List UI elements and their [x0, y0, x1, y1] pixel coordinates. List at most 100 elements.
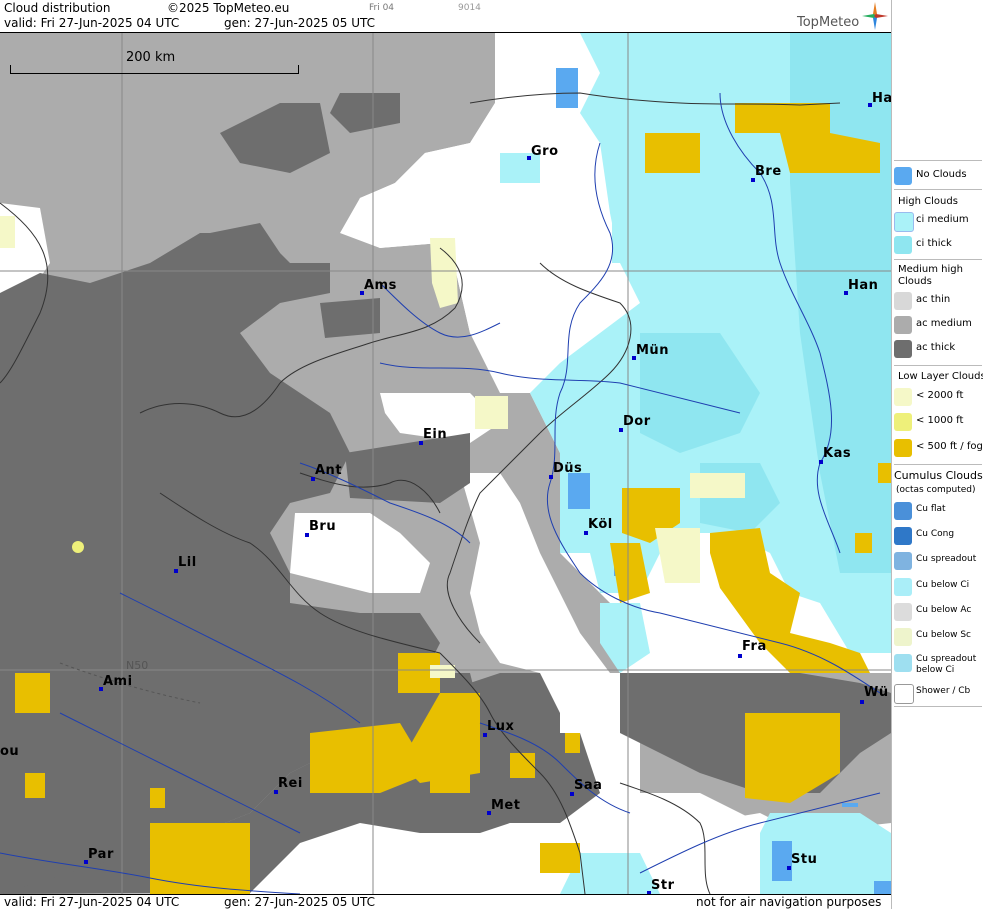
- no-clouds-swatch: [894, 167, 912, 185]
- legend-cu-flat[interactable]: Cu flat: [892, 500, 983, 522]
- legend-ci-medium[interactable]: ci medium: [892, 210, 983, 232]
- cumulus-subheading: (octas computed): [896, 485, 976, 495]
- city-label-ant[interactable]: Ant: [315, 463, 342, 478]
- city-label-kas[interactable]: Kas: [823, 446, 851, 461]
- city-label-han[interactable]: Han: [848, 278, 878, 293]
- map-footer: valid: Fri 27-Jun-2025 04 UTC gen: 27-Ju…: [0, 894, 891, 910]
- low-1000-label: < 1000 ft: [916, 415, 964, 426]
- cu-spreadout-swatch: [894, 552, 912, 570]
- cu-flat-label: Cu flat: [916, 504, 946, 514]
- city-label-stu[interactable]: Stu: [791, 852, 817, 867]
- ci-thick-label: ci thick: [916, 238, 952, 249]
- city-label-ams[interactable]: Ams: [364, 278, 397, 293]
- footer-generated-time: gen: 27-Jun-2025 05 UTC: [224, 895, 376, 909]
- legend-cu-cong[interactable]: Cu Cong: [892, 525, 983, 547]
- cu-flat-swatch: [894, 502, 912, 520]
- low-2000-swatch: [894, 388, 912, 406]
- legend-ci-thick[interactable]: ci thick: [892, 234, 983, 256]
- no-clouds-label: No Clouds: [916, 169, 967, 180]
- city-marker-fra: [738, 654, 742, 658]
- city-label-ami[interactable]: Ami: [103, 674, 133, 689]
- ac-thick-label: ac thick: [916, 342, 956, 353]
- city-label-par[interactable]: Par: [88, 847, 114, 862]
- scale-bar: [10, 65, 299, 74]
- legend-no-clouds[interactable]: No Clouds: [892, 165, 983, 187]
- scale-label: 200 km: [126, 50, 176, 65]
- legend-low-1000[interactable]: < 1000 ft: [892, 411, 983, 433]
- brand-name: TopMeteo: [797, 15, 860, 30]
- low-500-swatch: [894, 439, 912, 457]
- city-label-rei[interactable]: Rei: [278, 776, 303, 791]
- legend-low-2000[interactable]: < 2000 ft: [892, 386, 983, 408]
- ac-thin-label: ac thin: [916, 294, 951, 305]
- low-500-label: < 500 ft / fog: [916, 441, 983, 452]
- legend-low-500[interactable]: < 500 ft / fog: [892, 437, 983, 459]
- run-tag: Fri 04: [369, 3, 395, 13]
- ac-thick-swatch: [894, 340, 912, 358]
- low-2000-label: < 2000 ft: [916, 390, 964, 401]
- city-label-lil[interactable]: Lil: [178, 555, 197, 570]
- legend-panel: No Clouds High Clouds ci medium ci thick…: [891, 0, 983, 909]
- ac-medium-swatch: [894, 316, 912, 334]
- shower-cb-swatch: [894, 684, 914, 704]
- low-1000-swatch: [894, 413, 912, 431]
- city-label-fra[interactable]: Fra: [742, 639, 767, 654]
- copyright-text: ©2025 TopMeteo.eu: [167, 1, 290, 15]
- legend-cu-spreadout[interactable]: Cu spreadout: [892, 550, 983, 572]
- legend-cu-below-ac[interactable]: Cu below Ac: [892, 601, 983, 623]
- legend-ac-thin[interactable]: ac thin: [892, 290, 983, 312]
- cu-spreadout-below-ci-label: Cu spreadout below Ci: [916, 654, 977, 675]
- legend-cu-below-ci[interactable]: Cu below Ci: [892, 576, 983, 598]
- city-label-dus[interactable]: Düs: [553, 461, 582, 476]
- shower-cb-label: Shower / Cb: [916, 686, 971, 696]
- city-label-met[interactable]: Met: [491, 798, 520, 813]
- legend-divider: [894, 160, 982, 161]
- legend-divider: [894, 259, 982, 260]
- product-title: Cloud distribution: [4, 1, 111, 15]
- legend-divider: [894, 189, 982, 190]
- city-label-mun[interactable]: Mün: [636, 343, 669, 358]
- cu-below-ci-label: Cu below Ci: [916, 580, 970, 590]
- ac-medium-label: ac medium: [916, 318, 972, 329]
- legend-cu-spreadout-below-ci[interactable]: Cu spreadout below Ci: [892, 652, 983, 680]
- compass-logo-icon: [862, 2, 888, 30]
- city-label-bre[interactable]: Bre: [755, 164, 782, 179]
- cu-below-ci-swatch: [894, 578, 912, 596]
- valid-time: valid: Fri 27-Jun-2025 04 UTC: [4, 16, 180, 30]
- cu-cong-label: Cu Cong: [916, 529, 955, 539]
- footer-valid-time: valid: Fri 27-Jun-2025 04 UTC: [4, 895, 180, 909]
- legend-ac-thick[interactable]: ac thick: [892, 338, 983, 360]
- city-label-kol[interactable]: Köl: [588, 517, 613, 532]
- cu-cong-swatch: [894, 527, 912, 545]
- generated-time: gen: 27-Jun-2025 05 UTC: [224, 16, 376, 30]
- cu-below-sc-label: Cu below Sc: [916, 630, 971, 640]
- medium-clouds-heading: Medium high Clouds: [898, 264, 963, 287]
- cumulus-heading: Cumulus Clouds: [894, 469, 983, 482]
- city-label-gro[interactable]: Gro: [531, 144, 559, 159]
- city-label-ou[interactable]: ou: [0, 744, 19, 759]
- cu-spreadout-below-ci-swatch: [894, 654, 912, 672]
- city-label-ein[interactable]: Ein: [423, 427, 447, 442]
- cu-below-sc-swatch: [894, 628, 912, 646]
- ci-medium-swatch: [894, 212, 914, 232]
- run-code: 9014: [458, 3, 481, 13]
- city-label-bru[interactable]: Bru: [309, 519, 336, 534]
- legend-divider: [894, 464, 982, 465]
- city-label-wu[interactable]: Wü: [864, 685, 889, 700]
- legend-shower-cb[interactable]: Shower / Cb: [892, 682, 983, 704]
- city-marker-wu: [860, 700, 864, 704]
- cu-spreadout-label: Cu spreadout: [916, 554, 977, 564]
- lat-label-n50: N50: [126, 659, 149, 672]
- city-label-ha[interactable]: Ha: [872, 91, 891, 106]
- legend-divider: [894, 365, 982, 366]
- city-label-str[interactable]: Str: [651, 878, 675, 893]
- city-label-saa[interactable]: Saa: [574, 778, 602, 793]
- cu-below-ac-swatch: [894, 603, 912, 621]
- city-label-lux[interactable]: Lux: [487, 719, 514, 734]
- legend-ac-medium[interactable]: ac medium: [892, 314, 983, 336]
- disclaimer-text: not for air navigation purposes: [696, 895, 882, 909]
- map-header: Cloud distribution ©2025 TopMeteo.eu Fri…: [0, 0, 891, 33]
- city-label-dor[interactable]: Dor: [623, 414, 651, 429]
- cloud-map[interactable]: 200 km N50 Ha Gro Bre Ams Han Mün Dor Ei…: [0, 33, 891, 894]
- legend-cu-below-sc[interactable]: Cu below Sc: [892, 626, 983, 648]
